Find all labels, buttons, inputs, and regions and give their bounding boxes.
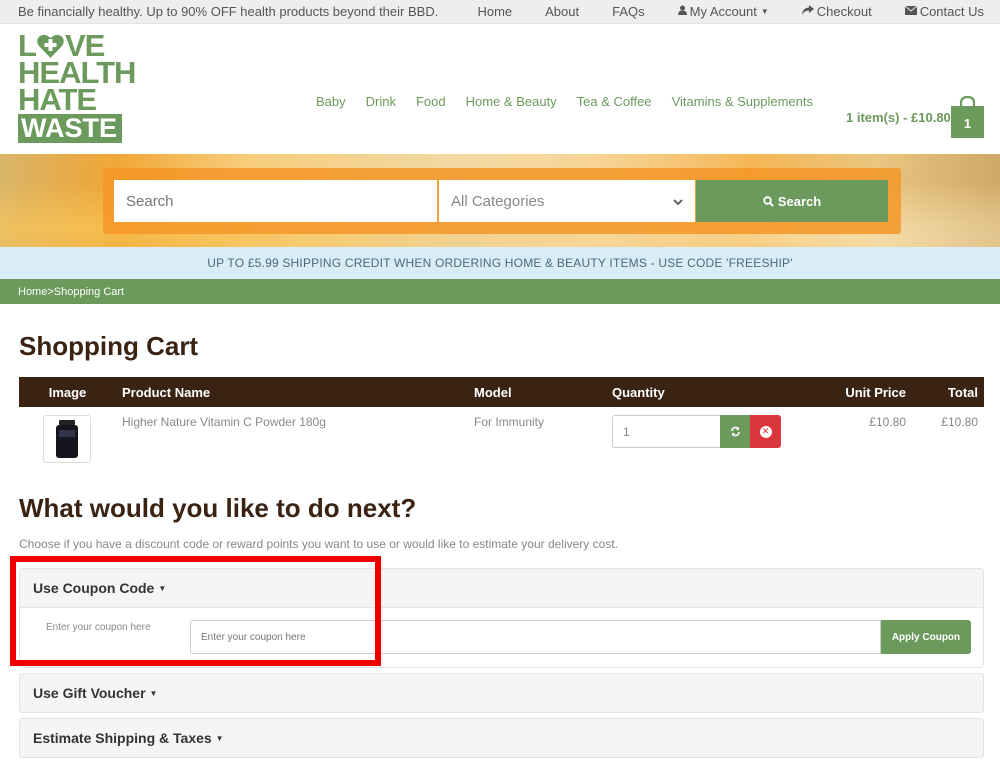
col-model: Model bbox=[474, 384, 512, 400]
share-icon bbox=[801, 5, 814, 18]
quantity-input[interactable] bbox=[612, 415, 720, 448]
col-product-name: Product Name bbox=[122, 384, 211, 400]
line-total: £10.80 bbox=[941, 415, 978, 429]
breadcrumb-home[interactable]: Home bbox=[18, 286, 47, 298]
cart-table: Image Product Name Model Quantity Unit P… bbox=[19, 377, 984, 471]
coupon-panel-toggle[interactable]: Use Coupon Code ▼ bbox=[20, 569, 983, 607]
search-input[interactable] bbox=[114, 180, 437, 222]
top-bar: Be financially healthy. Up to 90% OFF he… bbox=[0, 0, 1000, 24]
site-header: L VE HEALTH HATE WASTE Baby Drink Food H… bbox=[0, 24, 1000, 154]
shipping-promo-banner: UP TO £5.99 SHIPPING CREDIT WHEN ORDERIN… bbox=[0, 247, 1000, 279]
cart-table-header: Image Product Name Model Quantity Unit P… bbox=[19, 377, 984, 407]
col-unit-price: Unit Price bbox=[845, 384, 906, 400]
update-quantity-button[interactable] bbox=[720, 415, 750, 448]
next-steps-description: Choose if you have a discount code or re… bbox=[19, 537, 618, 551]
coupon-panel-body: Enter your coupon here Apply Coupon bbox=[20, 607, 983, 667]
remove-item-button[interactable]: ✕ bbox=[750, 415, 781, 448]
coupon-input[interactable] bbox=[190, 620, 881, 654]
top-link-about[interactable]: About bbox=[545, 4, 579, 19]
gift-voucher-panel-toggle[interactable]: Use Gift Voucher ▼ bbox=[20, 674, 983, 712]
user-icon bbox=[677, 5, 687, 18]
search-icon bbox=[763, 195, 774, 207]
caret-down-icon: ▼ bbox=[158, 583, 167, 593]
hero-banner: All Categories Search bbox=[0, 154, 1000, 247]
breadcrumb: Home > Shopping Cart bbox=[0, 279, 1000, 304]
col-quantity: Quantity bbox=[612, 384, 665, 400]
top-link-faqs[interactable]: FAQs bbox=[612, 4, 645, 19]
coupon-panel: Use Coupon Code ▼ Enter your coupon here … bbox=[19, 568, 984, 668]
close-icon: ✕ bbox=[759, 425, 772, 438]
envelope-icon bbox=[904, 5, 918, 18]
coupon-label: Enter your coupon here bbox=[46, 622, 151, 633]
cart-summary[interactable]: 1 item(s) - £10.80 bbox=[846, 110, 951, 125]
caret-down-icon: ▼ bbox=[215, 733, 224, 743]
main-nav: Baby Drink Food Home & Beauty Tea & Coff… bbox=[316, 94, 833, 109]
col-image: Image bbox=[48, 384, 87, 400]
top-links: Home About FAQs My Account ▼ Checkout Co… bbox=[444, 4, 984, 19]
product-model: For Immunity bbox=[474, 415, 545, 429]
chevron-down-icon: ▼ bbox=[760, 7, 769, 16]
search-button[interactable]: Search bbox=[696, 180, 888, 222]
cart-badge: 1 bbox=[964, 116, 971, 131]
top-link-contact-us[interactable]: Contact Us bbox=[904, 4, 984, 19]
col-total: Total bbox=[947, 384, 978, 400]
gift-voucher-panel: Use Gift Voucher ▼ bbox=[19, 673, 984, 713]
shipping-estimate-panel-toggle[interactable]: Estimate Shipping & Taxes ▼ bbox=[20, 719, 983, 757]
nav-drink[interactable]: Drink bbox=[366, 94, 396, 109]
top-link-home[interactable]: Home bbox=[477, 4, 512, 19]
nav-tea-coffee[interactable]: Tea & Coffee bbox=[577, 94, 652, 109]
top-link-checkout[interactable]: Checkout bbox=[801, 4, 872, 19]
site-logo[interactable]: L VE HEALTH HATE WASTE bbox=[18, 30, 136, 146]
product-name[interactable]: Higher Nature Vitamin C Powder 180g bbox=[116, 407, 468, 471]
page-title: Shopping Cart bbox=[19, 331, 199, 361]
nav-food[interactable]: Food bbox=[416, 94, 446, 109]
caret-down-icon: ▼ bbox=[149, 688, 158, 698]
breadcrumb-current[interactable]: Shopping Cart bbox=[54, 286, 124, 298]
main-content: Shopping Cart Image Product Name Model Q… bbox=[0, 331, 1000, 758]
nav-vitamins-supplements[interactable]: Vitamins & Supplements bbox=[672, 94, 813, 109]
next-steps-title: What would you like to do next? bbox=[19, 493, 417, 523]
promo-text: Be financially healthy. Up to 90% OFF he… bbox=[18, 4, 439, 19]
heart-plus-icon bbox=[37, 34, 64, 58]
refresh-icon bbox=[730, 426, 741, 437]
category-select[interactable]: All Categories bbox=[438, 180, 695, 222]
top-link-my-account[interactable]: My Account ▼ bbox=[677, 4, 769, 19]
shopping-bag-icon[interactable]: 1 bbox=[951, 95, 984, 138]
product-image[interactable] bbox=[43, 415, 91, 463]
table-row: Higher Nature Vitamin C Powder 180g For … bbox=[19, 407, 984, 471]
apply-coupon-button[interactable]: Apply Coupon bbox=[881, 620, 971, 654]
shipping-estimate-panel: Estimate Shipping & Taxes ▼ bbox=[19, 718, 984, 758]
unit-price: £10.80 bbox=[869, 415, 906, 429]
quantity-control: ✕ bbox=[612, 415, 814, 448]
chevron-down-icon bbox=[673, 193, 683, 210]
nav-home-beauty[interactable]: Home & Beauty bbox=[466, 94, 557, 109]
nav-baby[interactable]: Baby bbox=[316, 94, 346, 109]
